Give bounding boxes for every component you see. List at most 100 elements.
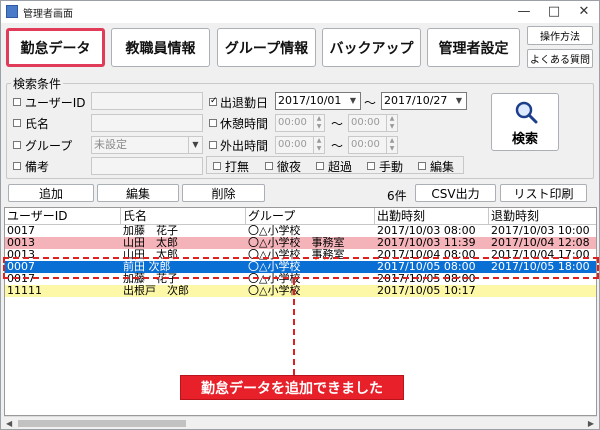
date-range-tilde: 〜 [364,96,377,110]
date-from-picker[interactable]: 2017/10/01 ▼ [275,92,361,110]
group-select-value: 未設定 [94,138,127,151]
column-header-group[interactable]: グループ [246,208,375,224]
flag-manual-checkbox[interactable] [367,162,375,170]
user-id-checkbox[interactable] [13,98,21,106]
break-time-checkbox[interactable] [209,119,217,127]
highlight-box [3,257,599,279]
search-group-title: 検索条件 [11,75,64,92]
edit-button[interactable]: 編集 [97,184,179,202]
tab-attendance-data[interactable]: 勤怠データ [6,28,105,67]
out-from-stepper[interactable]: 00:00 ▲ ▼ [275,136,325,154]
minimize-button[interactable]: — [509,1,539,23]
cell-group: 〇△小学校 事務室 [248,237,345,249]
column-header-clock-out[interactable]: 退勤時刻 [489,208,596,224]
cell-clock-out: 2017/10/04 12:08 [491,237,590,249]
out-time-label: 外出時間 [220,139,269,153]
callout-message: 勤怠データを追加できました [180,375,404,400]
cell-name: 山田 太郎 [123,237,178,249]
name-input[interactable] [91,114,203,132]
add-button[interactable]: 追加 [8,184,94,202]
attendance-date-label: 出退勤日 [220,96,269,110]
note-label: 備考 [25,160,50,174]
app-window: 管理者画面 — □ ✕ 勤怠データ 教職員情報 グループ情報 バックアップ 管理… [0,0,600,430]
print-list-button[interactable]: リスト印刷 [500,184,587,202]
search-button[interactable]: 検索 [491,93,559,151]
title-bar: 管理者画面 — □ ✕ [1,1,599,23]
result-count: 6件 [387,189,407,203]
delete-button[interactable]: 削除 [182,184,265,202]
note-checkbox[interactable] [13,162,21,170]
group-checkbox[interactable] [13,141,21,149]
cell-name: 加藤 花子 [123,225,178,237]
flag-edited-label: 編集 [430,160,455,174]
flag-overnight-label: 徹夜 [277,160,302,174]
table-row[interactable]: 11111 出根戸 次郎 〇△小学校 2017/10/05 10:17 [5,285,596,297]
flag-manual-label: 手動 [379,160,404,174]
spinner-icon: ▲ ▼ [386,137,397,153]
break-range-tilde: 〜 [331,117,344,131]
break-to-value: 00:00 [351,117,380,128]
scroll-left-icon[interactable]: ◀ [6,419,12,428]
date-to-picker[interactable]: 2017/10/27 ▼ [381,92,467,110]
highlight-connector [293,279,295,375]
name-checkbox[interactable] [13,119,21,127]
group-label: グループ [25,139,73,153]
column-header-name[interactable]: 氏名 [121,208,246,224]
close-button[interactable]: ✕ [569,1,599,23]
spinner-icon: ▲ ▼ [386,115,397,131]
csv-export-button[interactable]: CSV出力 [415,184,496,202]
cell-clock-in: 2017/10/03 11:39 [377,237,476,249]
search-button-label: 検索 [511,132,538,147]
break-time-label: 休憩時間 [220,117,269,131]
flag-overnight-checkbox[interactable] [265,162,273,170]
scroll-thumb[interactable] [18,420,186,427]
user-id-label: ユーザーID [25,96,86,110]
maximize-button[interactable]: □ [539,1,569,23]
out-to-value: 00:00 [351,139,380,150]
table-row[interactable]: 0013 山田 太郎 〇△小学校 事務室 2017/10/03 11:39 2017/1… [5,237,596,249]
horizontal-scrollbar[interactable]: ◀ ▶ [4,416,597,429]
break-to-stepper[interactable]: 00:00 ▲ ▼ [348,114,398,132]
column-header-user-id[interactable]: ユーザーID [5,208,121,224]
cell-clock-out: 2017/10/03 10:00 [491,225,590,237]
tab-group-info[interactable]: グループ情報 [217,28,316,67]
out-from-value: 00:00 [278,139,307,150]
break-from-value: 00:00 [278,117,307,128]
group-select[interactable]: 未設定 ▼ [91,136,203,154]
app-icon [6,5,18,18]
cell-clock-in: 2017/10/03 08:00 [377,225,476,237]
table-row[interactable]: 0017 加藤 花子 〇△小学校 2017/10/03 08:00 2017/10/03… [5,225,596,237]
note-input[interactable] [91,157,203,175]
manual-button[interactable]: 操作方法 [527,26,593,45]
date-from-value: 2017/10/01 [278,94,342,107]
spinner-icon: ▲ ▼ [313,115,324,131]
cell-group: 〇△小学校 [248,225,301,237]
flag-overtime-label: 超過 [328,160,353,174]
faq-button[interactable]: よくある質問 [527,49,593,68]
tab-backup[interactable]: バックアップ [322,28,421,67]
calendar-dropdown-icon: ▼ [349,96,357,105]
cell-group: 〇△小学校 [248,285,301,297]
cell-user-id: 11111 [7,285,42,297]
tab-staff-info[interactable]: 教職員情報 [111,28,210,67]
break-from-stepper[interactable]: 00:00 ▲ ▼ [275,114,325,132]
cell-user-id: 0017 [7,225,35,237]
user-id-input[interactable] [91,92,203,110]
spinner-icon: ▲ ▼ [313,137,324,153]
out-time-checkbox[interactable] [209,141,217,149]
date-to-value: 2017/10/27 [384,94,448,107]
cell-user-id: 0013 [7,237,35,249]
attendance-date-checkbox[interactable] [209,95,218,107]
flag-no-stamp-checkbox[interactable] [213,162,221,170]
table-header: ユーザーID 氏名 グループ 出勤時刻 退勤時刻 [5,208,596,225]
column-header-clock-in[interactable]: 出勤時刻 [375,208,489,224]
magnifier-icon [515,101,538,124]
out-range-tilde: 〜 [331,139,344,153]
calendar-dropdown-icon: ▼ [455,96,463,105]
cell-clock-in: 2017/10/05 10:17 [377,285,476,297]
tab-admin-settings[interactable]: 管理者設定 [427,28,520,67]
scroll-right-icon[interactable]: ▶ [588,419,594,428]
flag-overtime-checkbox[interactable] [316,162,324,170]
flag-edited-checkbox[interactable] [418,162,426,170]
out-to-stepper[interactable]: 00:00 ▲ ▼ [348,136,398,154]
